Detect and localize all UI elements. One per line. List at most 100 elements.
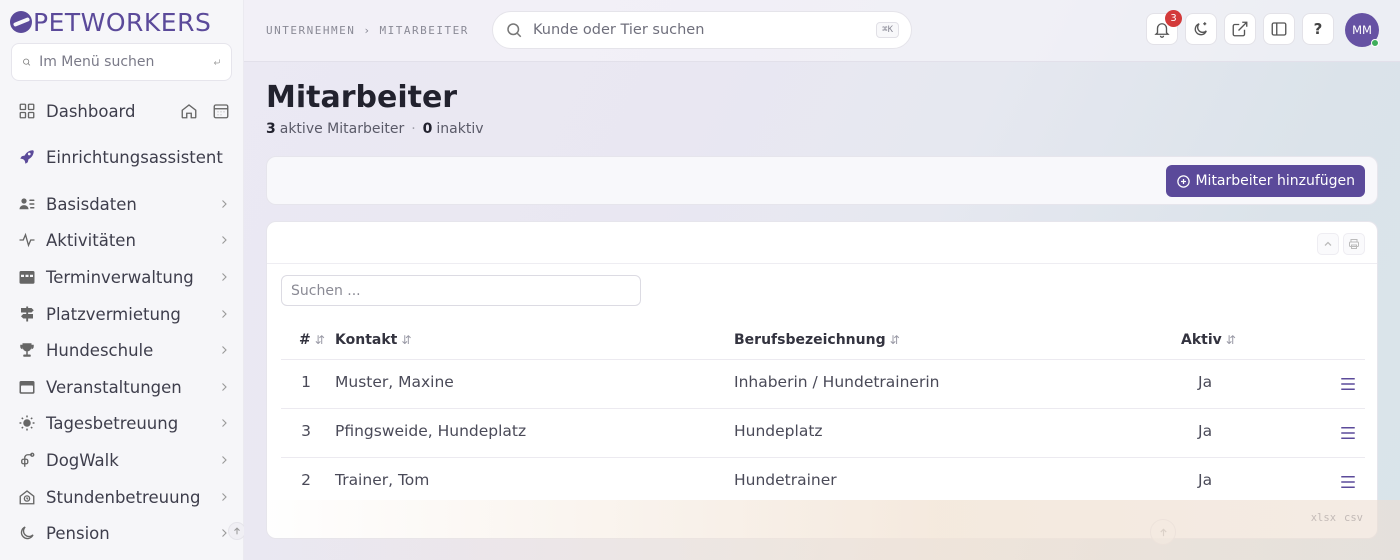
global-search: ⌘K xyxy=(492,11,912,49)
sidebar-item-label: Pension xyxy=(46,523,110,543)
table-row[interactable]: 1 Muster, Maxine Inhaberin / Hundetraine… xyxy=(281,359,1365,408)
card-header xyxy=(267,222,1377,264)
menu-search xyxy=(11,43,232,81)
sidebar-item-dogwalk[interactable]: DogWalk xyxy=(18,445,230,475)
toggle-sidebar-button[interactable] xyxy=(1263,13,1295,45)
chevron-right-icon xyxy=(222,456,227,464)
table-search-input[interactable] xyxy=(281,275,641,306)
inactive-label: inaktiv xyxy=(436,121,484,137)
main-area: UNTERNEHMEN › MITARBEITER ⌘K 3 ? MM xyxy=(244,0,1400,560)
employee-summary: 3 aktive Mitarbeiter · 0 inaktiv xyxy=(266,121,484,137)
row-contact[interactable]: Muster, Maxine xyxy=(335,373,454,391)
chevron-right-icon xyxy=(222,346,227,354)
sort-icon: ⇵ xyxy=(314,333,325,347)
sidebar-item-veranstaltungen[interactable]: Veranstaltungen xyxy=(18,372,230,402)
print-button[interactable] xyxy=(1343,233,1365,255)
action-bar: Mitarbeiter hinzufügen xyxy=(266,156,1378,205)
employee-table-card: # ⇵ Kontakt ⇵ Berufsbezeichnung ⇵ Aktiv … xyxy=(266,221,1378,539)
add-employee-button[interactable]: Mitarbeiter hinzufügen xyxy=(1166,165,1365,197)
active-label: aktive Mitarbeiter xyxy=(279,121,405,137)
export-xlsx-link[interactable]: xlsx xyxy=(1311,512,1336,524)
global-search-input[interactable] xyxy=(533,22,877,38)
theme-toggle-button[interactable] xyxy=(1185,13,1217,45)
column-header-active[interactable]: Aktiv ⇵ xyxy=(1181,332,1236,348)
chevron-right-icon xyxy=(222,236,227,244)
trophy-icon xyxy=(18,341,36,359)
sidebar-item-hundeschule[interactable]: Hundeschule xyxy=(18,335,230,365)
question-mark-icon: ? xyxy=(1313,20,1323,38)
sun-icon xyxy=(18,414,36,432)
header-label: Aktiv xyxy=(1181,332,1222,348)
external-link-icon xyxy=(1232,21,1248,37)
enter-icon xyxy=(213,59,221,65)
column-header-contact[interactable]: Kontakt ⇵ xyxy=(335,332,411,348)
row-menu-icon[interactable] xyxy=(1339,424,1357,442)
chevron-up-icon xyxy=(1324,241,1332,246)
sidebar-item-setup-wizard[interactable]: Einrichtungsassistent xyxy=(18,142,230,172)
row-job-title: Hundeplatz xyxy=(734,422,823,440)
user-avatar[interactable]: MM xyxy=(1345,13,1379,47)
sidebar-item-label: Aktivitäten xyxy=(46,230,136,250)
brand-logo[interactable]: PETWORKERS xyxy=(10,6,211,38)
row-number: 1 xyxy=(301,373,311,391)
sidebar-item-tagesbetreuung[interactable]: Tagesbetreuung xyxy=(18,408,230,438)
header-label: Kontakt xyxy=(335,332,398,348)
breadcrumb-mitarbeiter: MITARBEITER xyxy=(379,24,469,37)
sidebar-item-terminverwaltung[interactable]: Terminverwaltung xyxy=(18,262,230,292)
table-row[interactable]: 2 Trainer, Tom Hundetrainer Ja xyxy=(281,457,1365,506)
sidebar-item-label: Hundeschule xyxy=(46,340,154,360)
collapse-button[interactable] xyxy=(1317,233,1339,255)
row-number: 2 xyxy=(301,471,311,489)
contacts-icon xyxy=(18,195,36,213)
event-icon xyxy=(18,378,36,396)
sidebar-item-platzvermietung[interactable]: Platzvermietung xyxy=(18,299,230,329)
breadcrumb-unternehmen[interactable]: UNTERNEHMEN xyxy=(266,24,355,37)
user-initials: MM xyxy=(1352,23,1372,37)
sidebar-layout-icon xyxy=(1271,22,1287,36)
sort-icon: ⇵ xyxy=(1225,333,1236,347)
open-external-button[interactable] xyxy=(1224,13,1256,45)
sidebar-item-basisdaten[interactable]: Basisdaten xyxy=(18,189,230,219)
breadcrumb-separator: › xyxy=(363,24,372,37)
sidebar-item-label: Tagesbetreuung xyxy=(46,413,179,433)
chevron-right-icon xyxy=(222,383,227,391)
brand-name: PETWORKERS xyxy=(33,7,212,37)
signpost-icon xyxy=(18,305,36,323)
row-number: 3 xyxy=(301,422,311,440)
sidebar-item-label: Einrichtungsassistent xyxy=(46,147,223,167)
row-job-title: Inhaberin / Hundetrainerin xyxy=(734,373,940,391)
chevron-right-icon xyxy=(222,419,227,427)
notification-count-badge: 3 xyxy=(1165,10,1182,27)
search-icon xyxy=(23,58,31,66)
home-icon[interactable] xyxy=(180,102,198,120)
rocket-icon xyxy=(18,148,36,166)
row-menu-icon[interactable] xyxy=(1339,375,1357,393)
dashboard-icon xyxy=(18,102,36,120)
calendar-grid-icon[interactable] xyxy=(212,102,230,120)
sidebar-item-stundenbetreuung[interactable]: Stundenbetreuung xyxy=(18,482,230,512)
table-row[interactable]: 3 Pfingsweide, Hundeplatz Hundeplatz Ja xyxy=(281,408,1365,457)
row-contact[interactable]: Trainer, Tom xyxy=(335,471,429,489)
arrow-up-icon xyxy=(1159,527,1167,536)
sidebar-item-label: Stundenbetreuung xyxy=(46,487,201,507)
column-header-number[interactable]: # ⇵ xyxy=(299,332,325,348)
scroll-top-button[interactable] xyxy=(1150,519,1176,545)
sidebar-item-label: Terminverwaltung xyxy=(46,267,194,287)
inactive-count: 0 xyxy=(422,121,433,137)
sidebar-item-pension[interactable]: Pension xyxy=(18,518,230,548)
sidebar-item-dashboard[interactable]: Dashboard xyxy=(18,96,230,126)
breadcrumb: UNTERNEHMEN › MITARBEITER xyxy=(266,24,469,37)
menu-search-input[interactable] xyxy=(39,54,214,70)
page-title: Mitarbeiter xyxy=(266,80,458,115)
sidebar-item-label: DogWalk xyxy=(46,450,119,470)
row-active: Ja xyxy=(1198,373,1213,391)
export-csv-link[interactable]: csv xyxy=(1344,512,1363,524)
notifications-button[interactable]: 3 xyxy=(1146,10,1182,45)
column-header-job-title[interactable]: Berufsbezeichnung ⇵ xyxy=(734,332,900,348)
row-menu-icon[interactable] xyxy=(1339,473,1357,491)
export-links: xlsx csv xyxy=(1311,512,1363,524)
sidebar-item-aktivitaeten[interactable]: Aktivitäten xyxy=(18,225,230,255)
help-button[interactable]: ? xyxy=(1302,13,1334,45)
moon-stars-icon xyxy=(1194,22,1207,36)
row-contact[interactable]: Pfingsweide, Hundeplatz xyxy=(335,422,526,440)
